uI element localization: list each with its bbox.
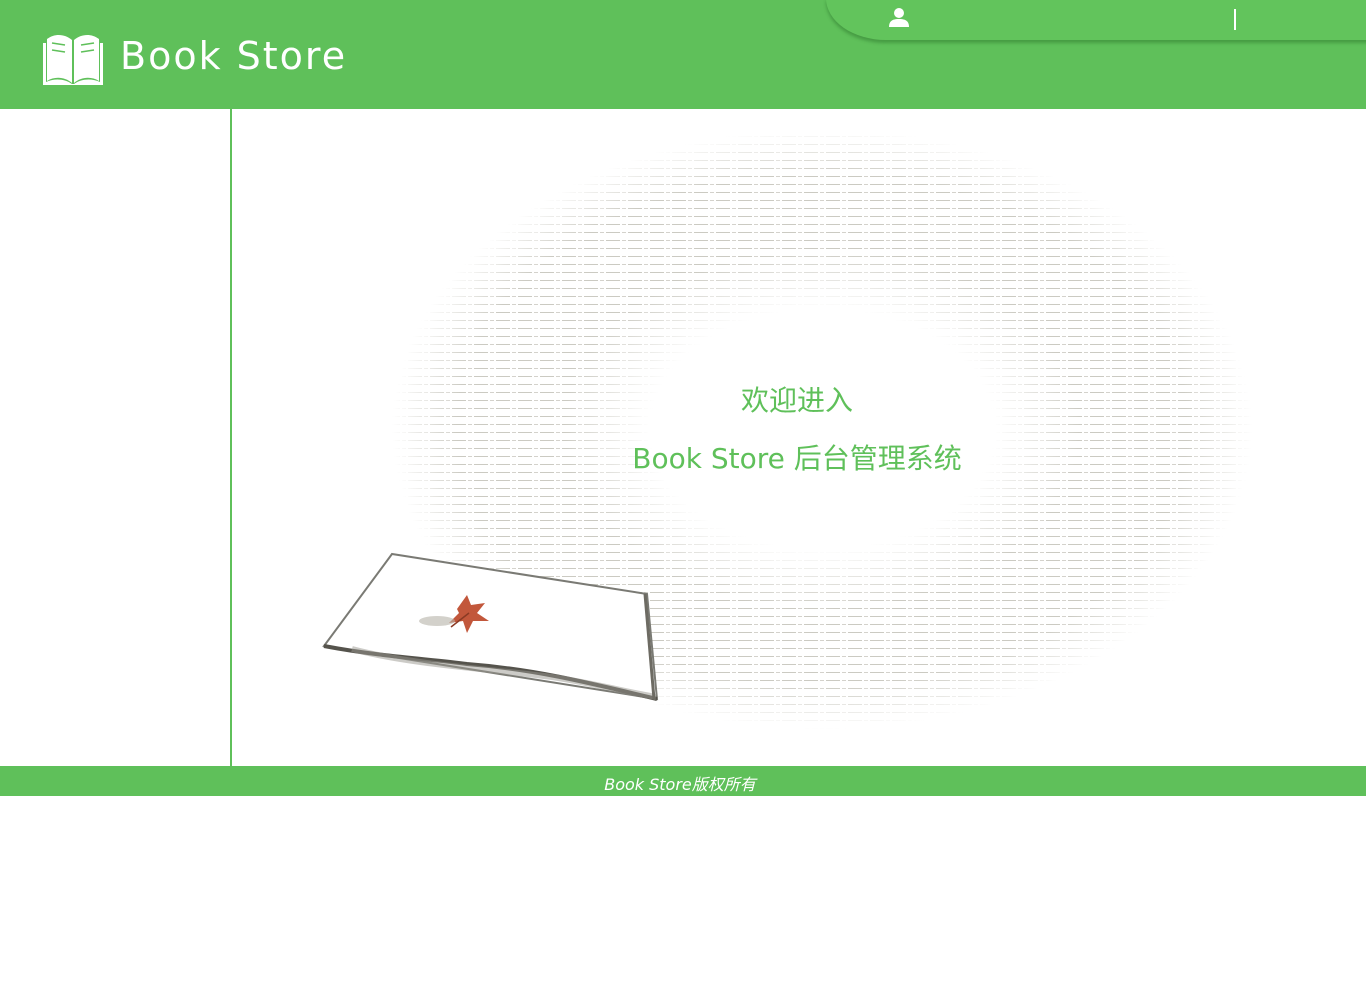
header: Book Store xyxy=(0,0,1366,109)
welcome-subtitle: Book Store 后台管理系统 xyxy=(632,442,962,475)
user-name[interactable] xyxy=(920,8,1210,28)
sidebar xyxy=(0,109,232,766)
copyright-text: Book Store版权所有 xyxy=(604,775,756,794)
footer: Book Store版权所有 xyxy=(0,766,1366,796)
open-book-icon xyxy=(43,34,103,85)
welcome-title: 欢迎进入 xyxy=(740,384,853,417)
user-icon[interactable] xyxy=(888,6,910,28)
user-bar-divider xyxy=(1234,9,1236,30)
logo-text[interactable]: Book Store xyxy=(120,34,347,78)
logout-link[interactable] xyxy=(1244,8,1344,28)
main-content: 欢迎进入 Book Store 后台管理系统 xyxy=(232,109,1366,766)
